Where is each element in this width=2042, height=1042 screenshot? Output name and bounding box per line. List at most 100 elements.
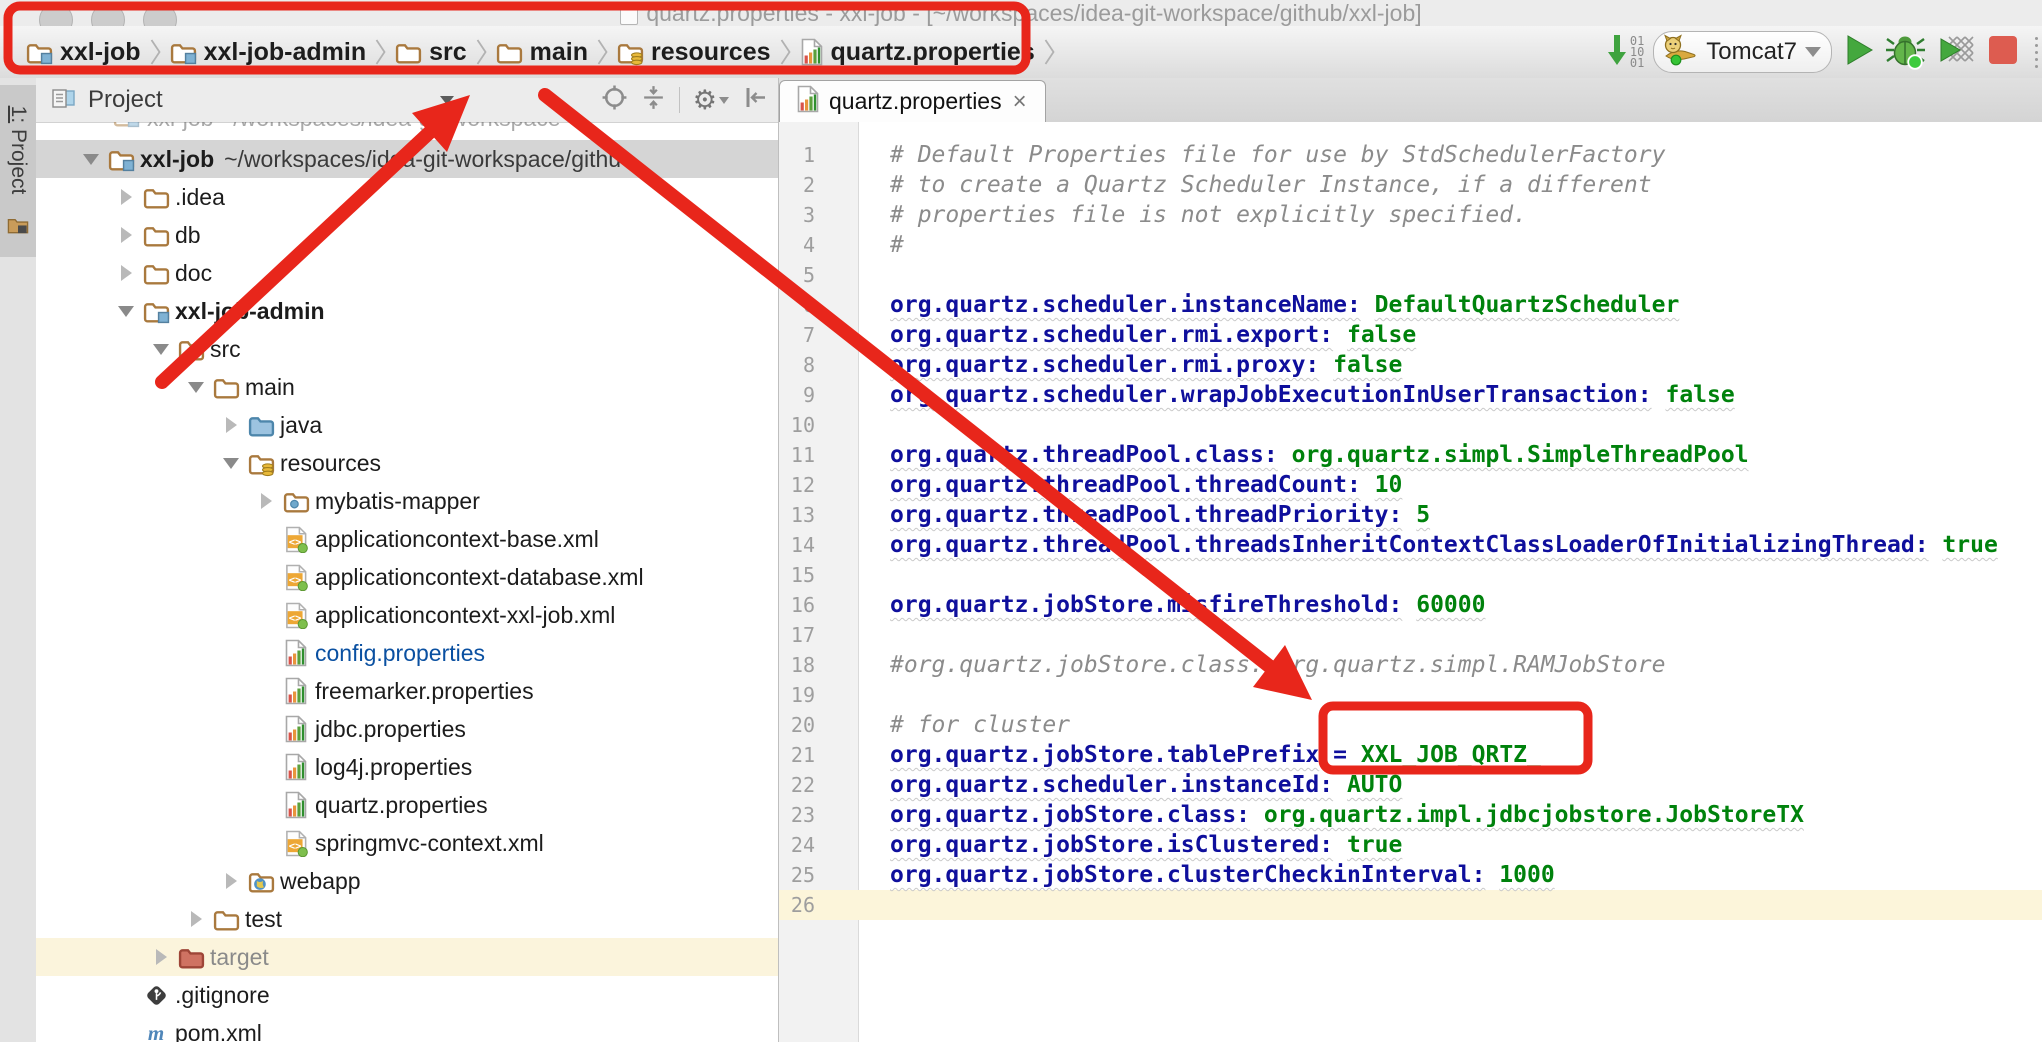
- close-tab-icon[interactable]: ×: [1011, 88, 1029, 116]
- run-with-coverage-button[interactable]: [1935, 31, 1977, 74]
- collapse-arrow-icon[interactable]: [251, 493, 281, 509]
- tree-item-mybatis-mapper[interactable]: mybatis-mapper: [36, 482, 778, 520]
- code-line-3[interactable]: 3# properties file is not explicitly spe…: [779, 200, 2042, 230]
- collapse-arrow-icon[interactable]: [216, 417, 246, 433]
- code-line-12[interactable]: 12org.quartz.threadPool.threadCount: 10: [779, 470, 2042, 500]
- tree-item-xxl-job-admin[interactable]: xxl-job-admin: [36, 292, 778, 330]
- document-icon: [620, 3, 638, 25]
- code-line-7[interactable]: 7org.quartz.scheduler.rmi.export: false: [779, 320, 2042, 350]
- code-line-6[interactable]: 6org.quartz.scheduler.instanceName: Defa…: [779, 290, 2042, 320]
- code-text: org.quartz.jobStore.class: org.quartz.im…: [859, 800, 1804, 830]
- scroll-to-source-button[interactable]: [601, 84, 628, 116]
- run-button[interactable]: [1841, 32, 1875, 73]
- code-line-26[interactable]: 26: [779, 890, 2042, 920]
- tree-item-pom-xml[interactable]: mpom.xml: [36, 1014, 778, 1042]
- tree-item-applicationcontext-xxl-job-xml[interactable]: <>applicationcontext-xxl-job.xml: [36, 596, 778, 634]
- settings-button[interactable]: ⚙: [693, 87, 729, 114]
- code-line-17[interactable]: 17: [779, 620, 2042, 650]
- project-tool-window-button[interactable]: 1: Project: [0, 85, 36, 257]
- stop-button[interactable]: [1986, 33, 2020, 72]
- tree-item-applicationcontext-base-xml[interactable]: <>applicationcontext-base.xml: [36, 520, 778, 558]
- collapse-arrow-icon[interactable]: [216, 873, 246, 889]
- tree-item-springmvc-context-xml[interactable]: <>springmvc-context.xml: [36, 824, 778, 862]
- code-line-15[interactable]: 15: [779, 560, 2042, 590]
- chevron-separator-icon: [475, 37, 488, 67]
- tree-item-freemarker-properties[interactable]: freemarker.properties: [36, 672, 778, 710]
- tree-item-doc[interactable]: doc: [36, 254, 778, 292]
- code-line-18[interactable]: 18#org.quartz.jobStore.class: org.quartz…: [779, 650, 2042, 680]
- code-line-20[interactable]: 20# for cluster: [779, 710, 2042, 740]
- collapse-arrow-icon[interactable]: [111, 265, 141, 281]
- debug-button[interactable]: [1884, 29, 1926, 76]
- tab-quartz-properties[interactable]: quartz.properties ×: [779, 80, 1046, 122]
- view-mode-chevron-icon[interactable]: [440, 96, 454, 105]
- code-line-8[interactable]: 8org.quartz.scheduler.rmi.proxy: false: [779, 350, 2042, 380]
- code-line-22[interactable]: 22org.quartz.scheduler.instanceId: AUTO: [779, 770, 2042, 800]
- tree-item-xxl-job[interactable]: xxl-job~/workspaces/idea-git-workspace/g…: [36, 140, 778, 178]
- project-tree: xxl-job ~/workspaces/idea-git-workspace …: [36, 122, 778, 1042]
- line-number: 24: [779, 830, 859, 860]
- code-line-4[interactable]: 4#: [779, 230, 2042, 260]
- collapse-arrow-icon[interactable]: [181, 911, 211, 927]
- code-line-21[interactable]: 21org.quartz.jobStore.tablePrefix = XXL_…: [779, 740, 2042, 770]
- tree-item-quartz-properties[interactable]: quartz.properties: [36, 786, 778, 824]
- expand-arrow-icon[interactable]: [181, 382, 211, 393]
- code-line-1[interactable]: 1# Default Properties file for use by St…: [779, 140, 2042, 170]
- expand-arrow-icon[interactable]: [146, 344, 176, 355]
- tree-item-src[interactable]: src: [36, 330, 778, 368]
- tree-item-label: config.properties: [315, 640, 485, 667]
- tree-item-java[interactable]: java: [36, 406, 778, 444]
- collapse-all-button[interactable]: [641, 84, 666, 116]
- collapse-arrow-icon[interactable]: [146, 949, 176, 965]
- code-text: #: [859, 230, 904, 260]
- breadcrumb-item-quartz-properties[interactable]: quartz.properties: [800, 38, 1035, 67]
- code-line-10[interactable]: 10: [779, 410, 2042, 440]
- code-line-25[interactable]: 25org.quartz.jobStore.clusterCheckinInte…: [779, 860, 2042, 890]
- update-project-button[interactable]: 011001: [1606, 29, 1644, 76]
- tree-item-resources[interactable]: resources: [36, 444, 778, 482]
- line-number: 21: [779, 740, 859, 770]
- breadcrumb-item-resources[interactable]: resources: [617, 38, 771, 67]
- tree-item-gitignore[interactable]: .gitignore: [36, 976, 778, 1014]
- collapse-arrow-icon[interactable]: [111, 189, 141, 205]
- code-line-13[interactable]: 13org.quartz.threadPool.threadPriority: …: [779, 500, 2042, 530]
- run-configuration-selector[interactable]: Tomcat7: [1653, 31, 1832, 73]
- line-number: 10: [779, 410, 859, 440]
- tree-item-label: xxl-job: [140, 146, 214, 173]
- expand-arrow-icon[interactable]: [76, 154, 106, 165]
- breadcrumb-item-xxl-job[interactable]: xxl-job: [26, 38, 141, 67]
- breadcrumb-item-main[interactable]: main: [496, 38, 588, 67]
- tree-item-target[interactable]: target: [36, 938, 778, 976]
- tree-item-db[interactable]: db: [36, 216, 778, 254]
- tree-item-webapp[interactable]: webapp: [36, 862, 778, 900]
- tree-item-config-properties[interactable]: config.properties: [36, 634, 778, 672]
- breadcrumb-item-src[interactable]: src: [395, 38, 467, 67]
- code-line-11[interactable]: 11org.quartz.threadPool.class: org.quart…: [779, 440, 2042, 470]
- tree-item-idea[interactable]: .idea: [36, 178, 778, 216]
- code-line-14[interactable]: 14org.quartz.threadPool.threadsInheritCo…: [779, 530, 2042, 560]
- code-line-2[interactable]: 2# to create a Quartz Scheduler Instance…: [779, 170, 2042, 200]
- title-bar: quartz.properties - xxl-job - [~/workspa…: [0, 0, 2042, 26]
- tree-item-applicationcontext-database-xml[interactable]: <>applicationcontext-database.xml: [36, 558, 778, 596]
- breadcrumb-item-xxl-job-admin[interactable]: xxl-job-admin: [170, 38, 367, 67]
- code-line-9[interactable]: 9org.quartz.scheduler.wrapJobExecutionIn…: [779, 380, 2042, 410]
- code-line-24[interactable]: 24org.quartz.jobStore.isClustered: true: [779, 830, 2042, 860]
- code-line-19[interactable]: 19: [779, 680, 2042, 710]
- spring-xml-icon: <>: [281, 602, 311, 629]
- code-line-23[interactable]: 23org.quartz.jobStore.class: org.quartz.…: [779, 800, 2042, 830]
- expand-arrow-icon[interactable]: [216, 458, 246, 469]
- tree-item-jdbc-properties[interactable]: jdbc.properties: [36, 710, 778, 748]
- tree-item-test[interactable]: test: [36, 900, 778, 938]
- code-line-16[interactable]: 16org.quartz.jobStore.misfireThreshold: …: [779, 590, 2042, 620]
- editor-body[interactable]: 1# Default Properties file for use by St…: [779, 122, 2042, 1042]
- hide-panel-button[interactable]: [742, 85, 768, 115]
- expand-arrow-icon[interactable]: [111, 306, 141, 317]
- code-line-5[interactable]: 5: [779, 260, 2042, 290]
- toolbar-drag-handle[interactable]: [2035, 37, 2038, 68]
- code-text: [859, 410, 890, 440]
- tree-item-log4j-properties[interactable]: log4j.properties: [36, 748, 778, 786]
- tree-item-label: mybatis-mapper: [315, 488, 480, 515]
- tree-item-main[interactable]: main: [36, 368, 778, 406]
- code-text: org.quartz.jobStore.tablePrefix = XXL_JO…: [859, 740, 1541, 770]
- collapse-arrow-icon[interactable]: [111, 227, 141, 243]
